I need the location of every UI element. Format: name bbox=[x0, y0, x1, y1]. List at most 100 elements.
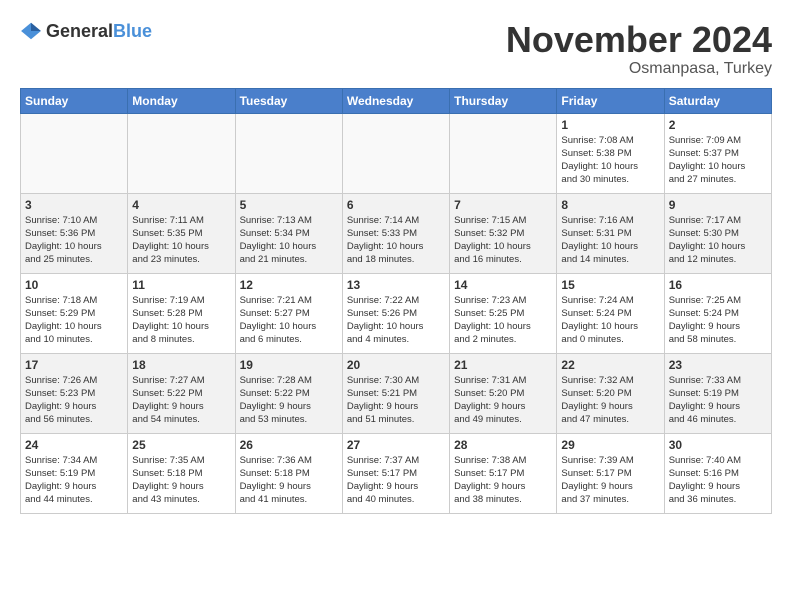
day-info: Sunrise: 7:39 AMSunset: 5:17 PMDaylight:… bbox=[561, 454, 659, 507]
day-number: 16 bbox=[669, 278, 767, 292]
calendar-cell: 15 Sunrise: 7:24 AMSunset: 5:24 PMDayligh… bbox=[557, 273, 664, 353]
day-info: Sunrise: 7:36 AMSunset: 5:18 PMDaylight:… bbox=[240, 454, 338, 507]
calendar-cell: 26Sunrise: 7:36 AMSunset: 5:18 PMDayligh… bbox=[235, 433, 342, 513]
calendar-cell: 29 Sunrise: 7:39 AMSunset: 5:17 PMDayligh… bbox=[557, 433, 664, 513]
day-info: Sunrise: 7:26 AMSunset: 5:23 PMDaylight:… bbox=[25, 374, 123, 427]
calendar-cell: 9 Sunrise: 7:17 AMSunset: 5:30 PMDaylight… bbox=[664, 193, 771, 273]
calendar-week-3: 10Sunrise: 7:18 AMSunset: 5:29 PMDayligh… bbox=[21, 273, 772, 353]
day-number: 13 bbox=[347, 278, 445, 292]
day-info: Sunrise: 7:23 AMSunset: 5:25 PMDaylight:… bbox=[454, 294, 552, 347]
calendar-week-2: 3 Sunrise: 7:10 AMSunset: 5:36 PMDaylight… bbox=[21, 193, 772, 273]
calendar-cell: 23 Sunrise: 7:33 AMSunset: 5:19 PMDayligh… bbox=[664, 353, 771, 433]
logo: GeneralBlue bbox=[20, 20, 152, 42]
day-number: 28 bbox=[454, 438, 552, 452]
calendar-cell: 4 Sunrise: 7:11 AMSunset: 5:35 PMDaylight… bbox=[128, 193, 235, 273]
calendar-cell bbox=[128, 113, 235, 193]
logo-text: GeneralBlue bbox=[46, 21, 152, 42]
calendar-week-4: 17 Sunrise: 7:26 AMSunset: 5:23 PMDayligh… bbox=[21, 353, 772, 433]
calendar-cell: 14 Sunrise: 7:23 AMSunset: 5:25 PMDayligh… bbox=[450, 273, 557, 353]
day-info: Sunrise: 7:24 AMSunset: 5:24 PMDaylight:… bbox=[561, 294, 659, 347]
calendar-cell: 3 Sunrise: 7:10 AMSunset: 5:36 PMDaylight… bbox=[21, 193, 128, 273]
day-number: 14 bbox=[454, 278, 552, 292]
day-info: Sunrise: 7:35 AMSunset: 5:18 PMDaylight:… bbox=[132, 454, 230, 507]
day-info: Sunrise: 7:08 AMSunset: 5:38 PMDaylight:… bbox=[561, 134, 659, 187]
day-number: 27 bbox=[347, 438, 445, 452]
day-number: 29 bbox=[561, 438, 659, 452]
day-number: 15 bbox=[561, 278, 659, 292]
calendar-cell: 30Sunrise: 7:40 AMSunset: 5:16 PMDayligh… bbox=[664, 433, 771, 513]
day-number: 11 bbox=[132, 278, 230, 292]
calendar-cell: 21 Sunrise: 7:31 AMSunset: 5:20 PMDayligh… bbox=[450, 353, 557, 433]
day-number: 12 bbox=[240, 278, 338, 292]
calendar-cell bbox=[450, 113, 557, 193]
title-area: November 2024 Osmanpasa, Turkey bbox=[506, 20, 772, 78]
day-info: Sunrise: 7:33 AMSunset: 5:19 PMDaylight:… bbox=[669, 374, 767, 427]
calendar-week-1: 1 Sunrise: 7:08 AMSunset: 5:38 PMDaylight… bbox=[21, 113, 772, 193]
day-number: 22 bbox=[561, 358, 659, 372]
day-number: 7 bbox=[454, 198, 552, 212]
day-info: Sunrise: 7:17 AMSunset: 5:30 PMDaylight:… bbox=[669, 214, 767, 267]
day-info: Sunrise: 7:09 AMSunset: 5:37 PMDaylight:… bbox=[669, 134, 767, 187]
calendar-cell: 8 Sunrise: 7:16 AMSunset: 5:31 PMDaylight… bbox=[557, 193, 664, 273]
calendar-table: SundayMondayTuesdayWednesdayThursdayFrid… bbox=[20, 88, 772, 514]
day-info: Sunrise: 7:34 AMSunset: 5:19 PMDaylight:… bbox=[25, 454, 123, 507]
day-info: Sunrise: 7:15 AMSunset: 5:32 PMDaylight:… bbox=[454, 214, 552, 267]
calendar-cell: 1 Sunrise: 7:08 AMSunset: 5:38 PMDaylight… bbox=[557, 113, 664, 193]
month-title: November 2024 bbox=[506, 20, 772, 60]
day-number: 19 bbox=[240, 358, 338, 372]
day-number: 10 bbox=[25, 278, 123, 292]
calendar-cell: 16 Sunrise: 7:25 AMSunset: 5:24 PMDayligh… bbox=[664, 273, 771, 353]
day-header-friday: Friday bbox=[557, 88, 664, 113]
day-info: Sunrise: 7:13 AMSunset: 5:34 PMDaylight:… bbox=[240, 214, 338, 267]
calendar-cell bbox=[21, 113, 128, 193]
day-info: Sunrise: 7:38 AMSunset: 5:17 PMDaylight:… bbox=[454, 454, 552, 507]
header: GeneralBlue November 2024 Osmanpasa, Tur… bbox=[20, 20, 772, 78]
day-number: 4 bbox=[132, 198, 230, 212]
calendar-cell: 22 Sunrise: 7:32 AMSunset: 5:20 PMDayligh… bbox=[557, 353, 664, 433]
calendar-cell: 2Sunrise: 7:09 AMSunset: 5:37 PMDaylight… bbox=[664, 113, 771, 193]
day-number: 18 bbox=[132, 358, 230, 372]
day-number: 9 bbox=[669, 198, 767, 212]
day-info: Sunrise: 7:25 AMSunset: 5:24 PMDaylight:… bbox=[669, 294, 767, 347]
calendar-cell: 13 Sunrise: 7:22 AMSunset: 5:26 PMDayligh… bbox=[342, 273, 449, 353]
day-info: Sunrise: 7:22 AMSunset: 5:26 PMDaylight:… bbox=[347, 294, 445, 347]
calendar-week-5: 24 Sunrise: 7:34 AMSunset: 5:19 PMDayligh… bbox=[21, 433, 772, 513]
day-info: Sunrise: 7:28 AMSunset: 5:22 PMDaylight:… bbox=[240, 374, 338, 427]
day-info: Sunrise: 7:14 AMSunset: 5:33 PMDaylight:… bbox=[347, 214, 445, 267]
day-header-thursday: Thursday bbox=[450, 88, 557, 113]
day-number: 8 bbox=[561, 198, 659, 212]
calendar-cell: 18Sunrise: 7:27 AMSunset: 5:22 PMDayligh… bbox=[128, 353, 235, 433]
logo-area: GeneralBlue bbox=[20, 20, 152, 42]
day-info: Sunrise: 7:16 AMSunset: 5:31 PMDaylight:… bbox=[561, 214, 659, 267]
day-info: Sunrise: 7:10 AMSunset: 5:36 PMDaylight:… bbox=[25, 214, 123, 267]
day-info: Sunrise: 7:30 AMSunset: 5:21 PMDaylight:… bbox=[347, 374, 445, 427]
calendar-cell: 7 Sunrise: 7:15 AMSunset: 5:32 PMDaylight… bbox=[450, 193, 557, 273]
calendar-cell: 12 Sunrise: 7:21 AMSunset: 5:27 PMDayligh… bbox=[235, 273, 342, 353]
day-number: 20 bbox=[347, 358, 445, 372]
day-header-wednesday: Wednesday bbox=[342, 88, 449, 113]
page: GeneralBlue November 2024 Osmanpasa, Tur… bbox=[0, 0, 792, 524]
calendar-cell: 11 Sunrise: 7:19 AMSunset: 5:28 PMDayligh… bbox=[128, 273, 235, 353]
day-header-monday: Monday bbox=[128, 88, 235, 113]
day-info: Sunrise: 7:32 AMSunset: 5:20 PMDaylight:… bbox=[561, 374, 659, 427]
day-info: Sunrise: 7:19 AMSunset: 5:28 PMDaylight:… bbox=[132, 294, 230, 347]
day-number: 24 bbox=[25, 438, 123, 452]
day-number: 23 bbox=[669, 358, 767, 372]
day-info: Sunrise: 7:11 AMSunset: 5:35 PMDaylight:… bbox=[132, 214, 230, 267]
calendar-cell: 6Sunrise: 7:14 AMSunset: 5:33 PMDaylight… bbox=[342, 193, 449, 273]
day-info: Sunrise: 7:21 AMSunset: 5:27 PMDaylight:… bbox=[240, 294, 338, 347]
calendar-cell: 17 Sunrise: 7:26 AMSunset: 5:23 PMDayligh… bbox=[21, 353, 128, 433]
day-header-sunday: Sunday bbox=[21, 88, 128, 113]
day-number: 17 bbox=[25, 358, 123, 372]
calendar-cell: 20 Sunrise: 7:30 AMSunset: 5:21 PMDayligh… bbox=[342, 353, 449, 433]
calendar-cell: 24 Sunrise: 7:34 AMSunset: 5:19 PMDayligh… bbox=[21, 433, 128, 513]
location: Osmanpasa, Turkey bbox=[506, 60, 772, 78]
day-info: Sunrise: 7:31 AMSunset: 5:20 PMDaylight:… bbox=[454, 374, 552, 427]
calendar-cell: 10Sunrise: 7:18 AMSunset: 5:29 PMDayligh… bbox=[21, 273, 128, 353]
day-number: 3 bbox=[25, 198, 123, 212]
calendar-cell bbox=[342, 113, 449, 193]
day-number: 1 bbox=[561, 118, 659, 132]
calendar-header-row: SundayMondayTuesdayWednesdayThursdayFrid… bbox=[21, 88, 772, 113]
day-number: 21 bbox=[454, 358, 552, 372]
calendar-cell: 27Sunrise: 7:37 AMSunset: 5:17 PMDayligh… bbox=[342, 433, 449, 513]
